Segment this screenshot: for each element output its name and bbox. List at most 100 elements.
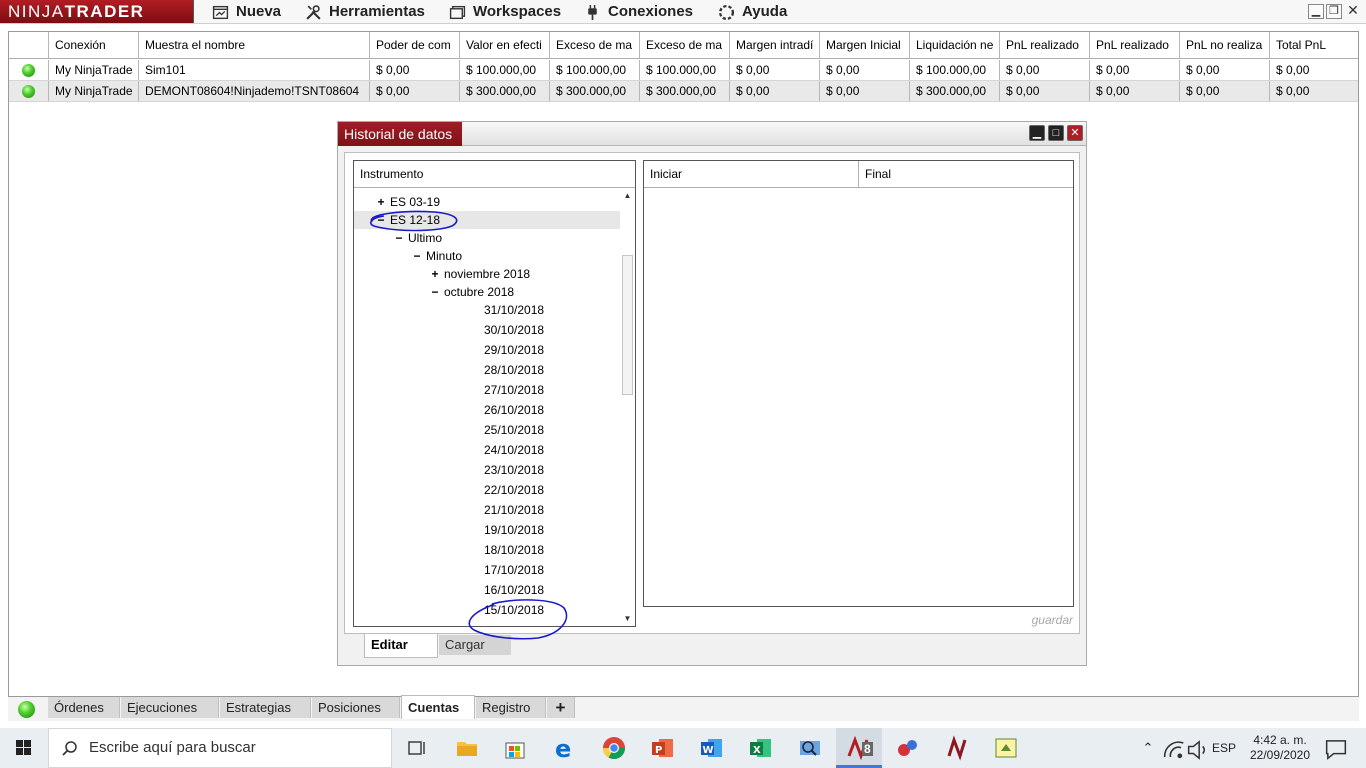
- tree-node-date[interactable]: 19/10/2018: [484, 521, 544, 539]
- chrome-icon[interactable]: [600, 734, 628, 762]
- tree-node-date[interactable]: 26/10/2018: [484, 401, 544, 419]
- tree-node-date[interactable]: 16/10/2018: [484, 581, 544, 599]
- language-indicator[interactable]: ESP: [1208, 728, 1240, 768]
- tree-node-date[interactable]: 29/10/2018: [484, 341, 544, 359]
- store-icon[interactable]: [501, 734, 529, 762]
- tab-ordenes[interactable]: Órdenes: [48, 697, 120, 718]
- tree-node-date[interactable]: 27/10/2018: [484, 381, 544, 399]
- tab-ejecuciones[interactable]: Ejecuciones: [121, 697, 219, 718]
- scroll-down-icon[interactable]: ▼: [620, 612, 635, 626]
- tab-posiciones[interactable]: Posiciones: [312, 697, 400, 718]
- cell-exceso-margen-1: $ 300.000,00: [550, 81, 640, 101]
- dialog-minimize-button[interactable]: ▁: [1029, 125, 1045, 141]
- col-header-liquidacion[interactable]: Liquidación ne: [910, 32, 1000, 58]
- col-header-total-pnl[interactable]: Total PnL: [1270, 32, 1358, 58]
- start-button[interactable]: [0, 728, 48, 768]
- search-placeholder: Escribe aquí para buscar: [89, 739, 256, 756]
- close-button[interactable]: ✕: [1345, 3, 1361, 19]
- cell-conexion: My NinjaTrade: [49, 81, 139, 101]
- notifications-icon[interactable]: [1322, 735, 1350, 763]
- tree-node-date[interactable]: 17/10/2018: [484, 561, 544, 579]
- col-header-margen-intradia[interactable]: Margen intradí: [730, 32, 820, 58]
- col-header-iniciar[interactable]: Iniciar: [644, 161, 859, 188]
- taskbar-search-input[interactable]: Escribe aquí para buscar: [48, 728, 392, 768]
- minimize-button[interactable]: ▁: [1308, 4, 1324, 19]
- tree-node-date[interactable]: 30/10/2018: [484, 321, 544, 339]
- tab-editar[interactable]: Editar: [364, 634, 438, 658]
- col-header-exceso-margen-2[interactable]: Exceso de ma: [640, 32, 730, 58]
- tab-registro[interactable]: Registro: [476, 697, 546, 718]
- col-header-exceso-margen-1[interactable]: Exceso de ma: [550, 32, 640, 58]
- tree-node-es-03-19[interactable]: + ES 03-19: [372, 193, 440, 211]
- svg-text:W: W: [703, 745, 714, 756]
- tree-node-minuto[interactable]: − Minuto: [408, 247, 462, 265]
- edge-icon[interactable]: e: [551, 734, 579, 762]
- ninjatrader-taskbar-button[interactable]: 8: [836, 728, 882, 768]
- tree-node-date[interactable]: 15/10/2018: [484, 601, 544, 619]
- word-icon[interactable]: W: [698, 734, 726, 762]
- tree-node-noviembre-2018[interactable]: + noviembre 2018: [426, 265, 530, 283]
- file-explorer-icon[interactable]: [453, 734, 481, 762]
- svg-text:e: e: [555, 735, 571, 762]
- add-tab-button[interactable]: +: [547, 697, 575, 718]
- tree-node-es-12-18[interactable]: − ES 12-18: [354, 211, 620, 229]
- restore-button[interactable]: ❐: [1326, 4, 1342, 19]
- tree-node-date[interactable]: 23/10/2018: [484, 461, 544, 479]
- save-button[interactable]: guardar: [1032, 613, 1073, 627]
- collapse-icon[interactable]: −: [390, 229, 408, 247]
- scrollbar-thumb[interactable]: [622, 255, 633, 395]
- col-header-poder-compra[interactable]: Poder de com: [370, 32, 460, 58]
- expand-icon[interactable]: +: [426, 265, 444, 283]
- scroll-up-icon[interactable]: ▲: [620, 189, 635, 203]
- tray-chevron-icon[interactable]: ⌃: [1138, 728, 1158, 768]
- menu-nueva[interactable]: Nueva: [212, 0, 281, 24]
- collapse-icon[interactable]: −: [426, 283, 444, 301]
- tree-scrollbar[interactable]: ▲ ▼: [620, 189, 635, 626]
- tree-node-date[interactable]: 28/10/2018: [484, 361, 544, 379]
- col-header-status[interactable]: [9, 32, 49, 58]
- expand-icon[interactable]: +: [372, 193, 390, 211]
- taskbar-clock[interactable]: 4:42 a. m. 22/09/2020: [1244, 728, 1316, 768]
- tree-node-date[interactable]: 25/10/2018: [484, 421, 544, 439]
- tab-estrategias[interactable]: Estrategias: [220, 697, 311, 718]
- search-icon: [62, 741, 77, 756]
- menu-ayuda[interactable]: Ayuda: [718, 0, 787, 24]
- tab-cuentas[interactable]: Cuentas: [401, 695, 475, 719]
- col-header-pnl-realizado-2[interactable]: PnL realizado: [1090, 32, 1180, 58]
- table-row[interactable]: My NinjaTrade Sim101 $ 0,00 $ 100.000,00…: [9, 60, 1358, 81]
- col-header-valor-efectivo[interactable]: Valor en efecti: [460, 32, 550, 58]
- collapse-icon[interactable]: −: [372, 211, 390, 229]
- task-view-icon[interactable]: [403, 734, 431, 762]
- app-arrow-icon[interactable]: [992, 734, 1020, 762]
- tree-node-ultimo[interactable]: − Ultimo: [390, 229, 442, 247]
- ninjatrader-alt-icon[interactable]: [943, 734, 971, 762]
- col-header-margen-inicial[interactable]: Margen Inicial: [820, 32, 910, 58]
- search-app-icon[interactable]: [796, 734, 824, 762]
- tree-node-date[interactable]: 22/10/2018: [484, 481, 544, 499]
- col-header-nombre[interactable]: Muestra el nombre: [139, 32, 370, 58]
- menu-workspaces[interactable]: Workspaces: [449, 0, 561, 24]
- app-dots-icon[interactable]: [894, 734, 922, 762]
- tree-node-label: ES 03-19: [390, 195, 441, 209]
- col-header-pnl-no-realizado[interactable]: PnL no realiza: [1180, 32, 1270, 58]
- dialog-close-button[interactable]: ✕: [1067, 125, 1083, 141]
- collapse-icon[interactable]: −: [408, 247, 426, 265]
- cell-conexion: My NinjaTrade: [49, 60, 139, 80]
- running-badge: 8: [862, 742, 873, 756]
- tree-node-date[interactable]: 18/10/2018: [484, 541, 544, 559]
- dialog-maximize-button[interactable]: □: [1048, 125, 1064, 141]
- dialog-titlebar[interactable]: Historial de datos ▁ □ ✕: [338, 122, 1086, 146]
- tree-node-date[interactable]: 24/10/2018: [484, 441, 544, 459]
- tree-node-date[interactable]: 21/10/2018: [484, 501, 544, 519]
- excel-icon[interactable]: X: [747, 734, 775, 762]
- tree-node-date[interactable]: 31/10/2018: [484, 301, 544, 319]
- table-row[interactable]: My NinjaTrade DEMONT08604!Ninjademo!TSNT…: [9, 81, 1358, 102]
- tree-node-octubre-2018[interactable]: − octubre 2018: [426, 283, 514, 301]
- menu-conexiones[interactable]: Conexiones: [584, 0, 693, 24]
- tab-cargar[interactable]: Cargar: [439, 635, 511, 655]
- powerpoint-icon[interactable]: P: [649, 734, 677, 762]
- col-header-conexion[interactable]: Conexión: [49, 32, 139, 58]
- col-header-final[interactable]: Final: [859, 161, 1073, 188]
- col-header-pnl-realizado-1[interactable]: PnL realizado: [1000, 32, 1090, 58]
- menu-herramientas[interactable]: Herramientas: [305, 0, 425, 24]
